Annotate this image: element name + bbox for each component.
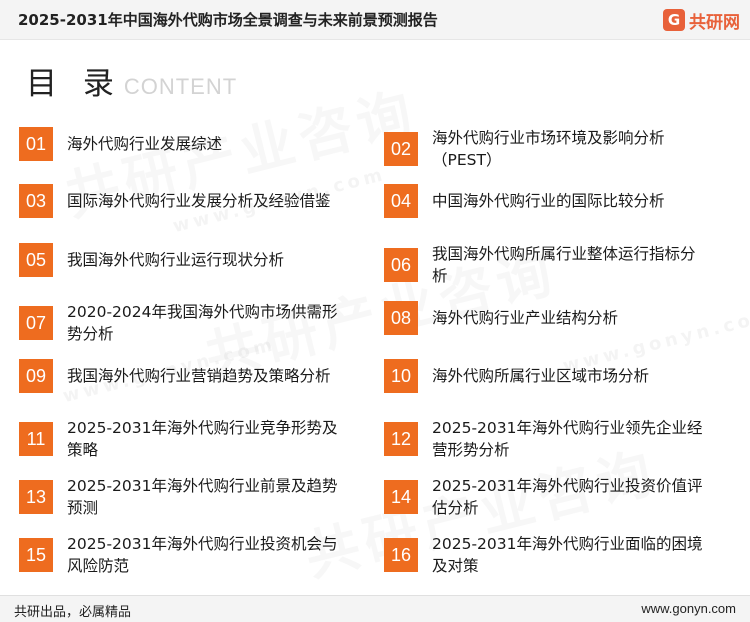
toc-title: 目 录	[26, 66, 122, 102]
header-bar: 2025-2031年中国海外代购市场全景调查与未来前景预测报告 G 共研网	[0, 0, 750, 40]
toc-item-label: 2025-2031年海外代购行业竞争形势及策略	[67, 419, 338, 459]
toc-item[interactable]: 02 海外代购行业市场环境及影响分析（PEST）	[384, 127, 707, 171]
toc-item[interactable]: 11 2025-2031年海外代购行业竞争形势及策略	[19, 417, 342, 461]
toc-subtitle: CONTENT	[123, 74, 238, 99]
toc-item[interactable]: 12 2025-2031年海外代购行业领先企业经营形势分析	[384, 417, 707, 461]
toc-item-label: 2025-2031年海外代购行业投资机会与风险防范	[67, 535, 338, 575]
toc-item-number: 12	[384, 422, 418, 456]
brand-logo-icon: G	[663, 9, 685, 31]
toc-item-label: 海外代购所属行业区域市场分析	[432, 367, 650, 385]
toc-item[interactable]: 16 2025-2031年海外代购行业面临的困境及对策	[384, 533, 707, 577]
toc-item-number: 14	[384, 480, 418, 514]
toc-item-number: 02	[384, 132, 418, 166]
toc-item-label: 海外代购行业产业结构分析	[432, 309, 619, 327]
toc-item-number: 16	[384, 538, 418, 572]
toc-item-number: 09	[19, 359, 53, 393]
footer-bar: 共研出品，必属精品 www.gonyn.com	[0, 595, 750, 622]
toc-item[interactable]: 04 中国海外代购行业的国际比较分析	[384, 184, 707, 218]
toc-item-number: 15	[19, 538, 53, 572]
toc-item[interactable]: 03 国际海外代购行业发展分析及经验借鉴	[19, 184, 342, 218]
toc-item-label: 2025-2031年海外代购行业领先企业经营形势分析	[432, 419, 703, 459]
toc-item-label: 2020-2024年我国海外代购市场供需形势分析	[67, 303, 338, 343]
toc-item-label: 2025-2031年海外代购行业前景及趋势预测	[67, 477, 338, 517]
toc-item[interactable]: 14 2025-2031年海外代购行业投资价值评估分析	[384, 475, 707, 519]
footer-slogan: 共研出品，必属精品	[14, 605, 132, 620]
toc-item[interactable]: 09 我国海外代购行业营销趋势及策略分析	[19, 359, 342, 393]
toc-item-number: 06	[384, 248, 418, 282]
toc-item[interactable]: 10 海外代购所属行业区域市场分析	[384, 359, 707, 393]
toc-heading: 目 录 CONTENT	[26, 62, 237, 102]
toc-item[interactable]: 05 我国海外代购行业运行现状分析	[19, 243, 342, 277]
toc-item-label: 我国海外代购所属行业整体运行指标分析	[432, 245, 696, 285]
toc-item[interactable]: 15 2025-2031年海外代购行业投资机会与风险防范	[19, 533, 342, 577]
toc-item[interactable]: 07 2020-2024年我国海外代购市场供需形势分析	[19, 301, 342, 345]
toc-item-label: 2025-2031年海外代购行业投资价值评估分析	[432, 477, 703, 517]
toc-item-number: 04	[384, 184, 418, 218]
toc-item-label: 我国海外代购行业运行现状分析	[67, 251, 285, 269]
toc-item-number: 08	[384, 301, 418, 335]
toc-item-label: 中国海外代购行业的国际比较分析	[432, 192, 665, 210]
toc-item[interactable]: 08 海外代购行业产业结构分析	[384, 301, 707, 335]
toc-item-number: 01	[19, 127, 53, 161]
toc-item-number: 11	[19, 422, 53, 456]
brand-logo: G 共研网	[663, 7, 740, 33]
toc-item[interactable]: 01 海外代购行业发展综述	[19, 127, 342, 161]
toc-item-label: 国际海外代购行业发展分析及经验借鉴	[67, 192, 331, 210]
toc-item-number: 10	[384, 359, 418, 393]
toc-item-label: 我国海外代购行业营销趋势及策略分析	[67, 367, 331, 385]
toc-item[interactable]: 06 我国海外代购所属行业整体运行指标分析	[384, 243, 707, 287]
document-title: 2025-2031年中国海外代购市场全景调查与未来前景预测报告	[18, 11, 438, 29]
toc-item[interactable]: 13 2025-2031年海外代购行业前景及趋势预测	[19, 475, 342, 519]
toc-item-number: 07	[19, 306, 53, 340]
brand-name: 共研网	[689, 12, 740, 33]
toc-item-label: 海外代购行业市场环境及影响分析（PEST）	[432, 129, 665, 169]
toc-item-number: 13	[19, 480, 53, 514]
toc-item-label: 海外代购行业发展综述	[67, 135, 223, 153]
toc-item-number: 05	[19, 243, 53, 277]
toc-item-label: 2025-2031年海外代购行业面临的困境及对策	[432, 535, 703, 575]
toc-item-number: 03	[19, 184, 53, 218]
footer-website-link[interactable]: www.gonyn.com	[641, 601, 736, 616]
